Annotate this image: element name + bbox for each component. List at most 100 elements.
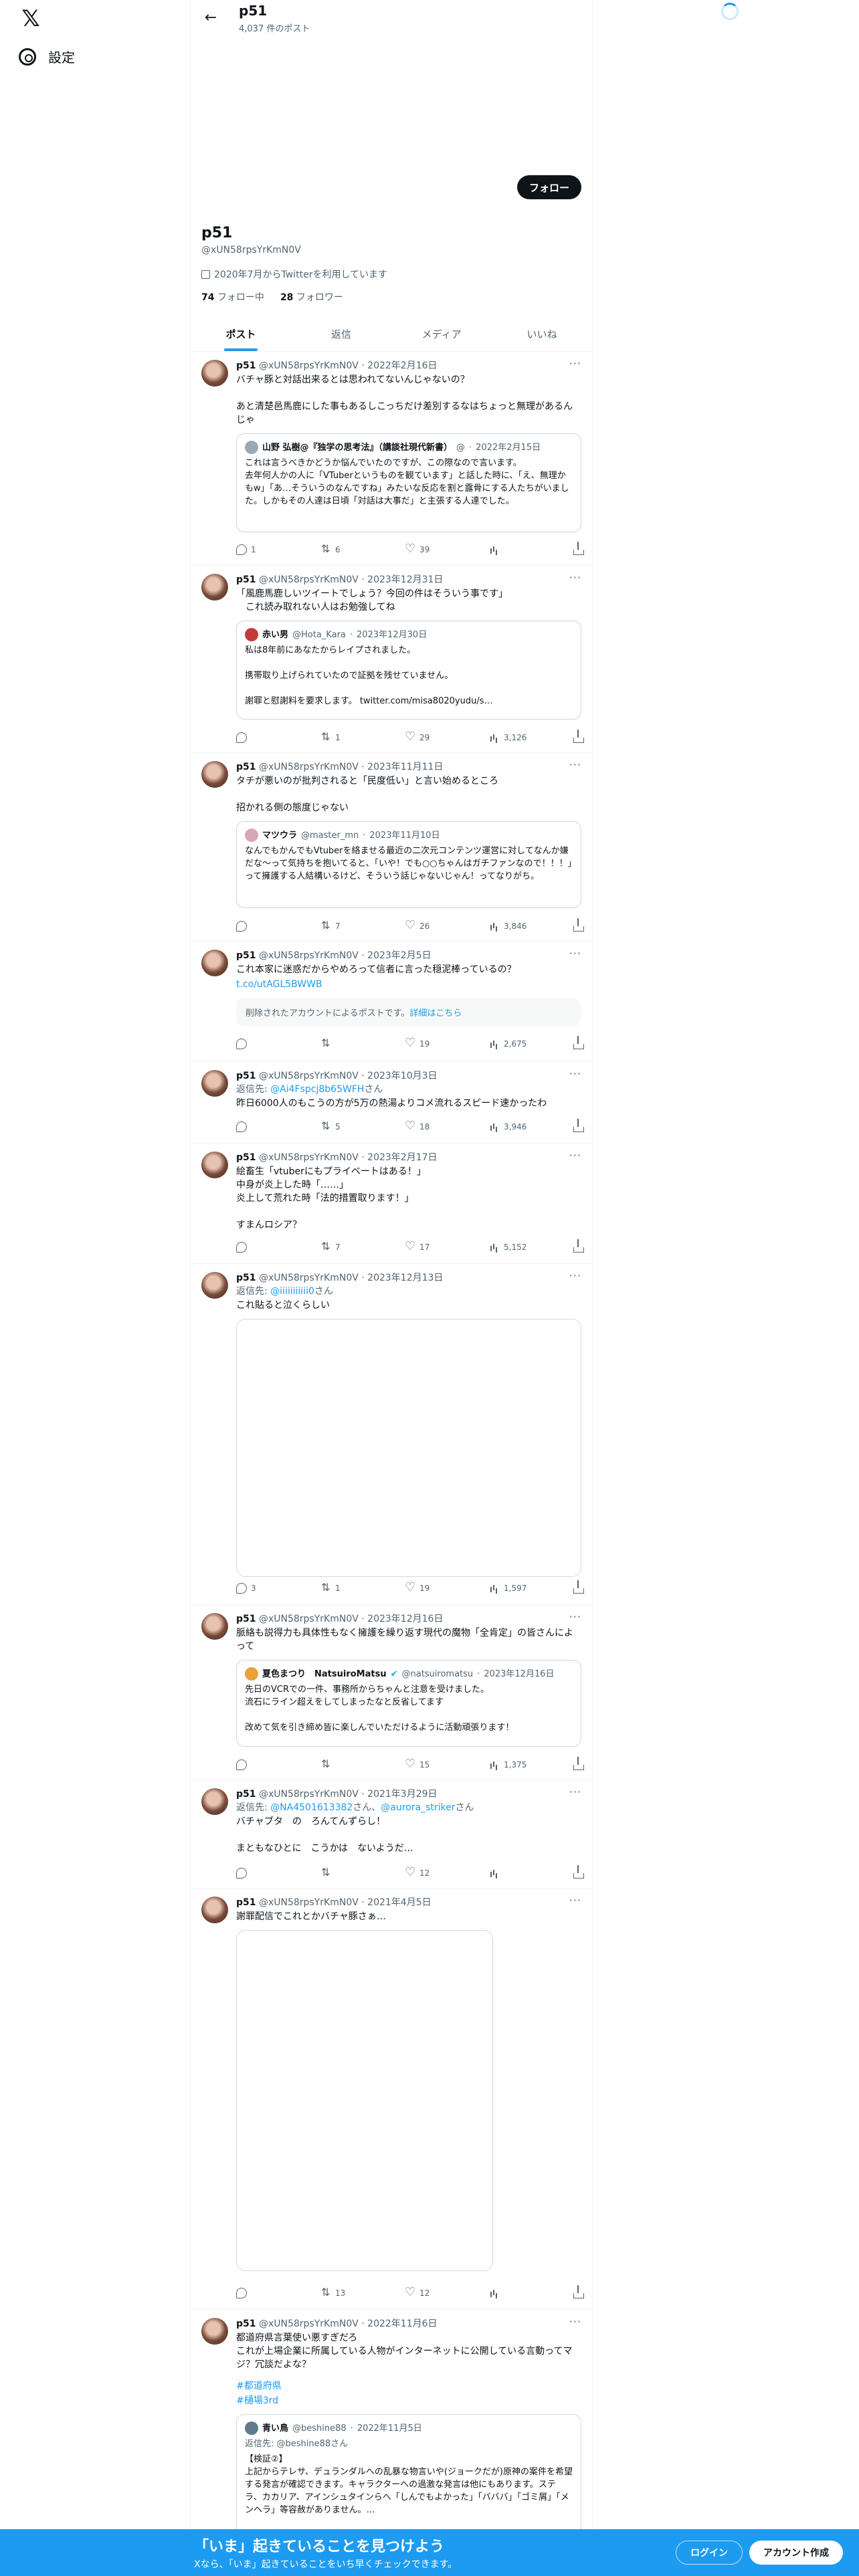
retweet-button[interactable]: 13 <box>320 2286 361 2298</box>
share-button[interactable] <box>573 1865 584 1879</box>
retweet-button[interactable]: 7 <box>320 1240 361 1253</box>
tab-replies[interactable]: 返信 <box>291 317 391 351</box>
tweet[interactable]: ··· p51 @xUN58rpsYrKmN0V · 2023年12月16日 脈… <box>191 1605 592 1780</box>
settings-link[interactable]: 設定 <box>19 47 75 66</box>
retweet-button[interactable] <box>320 1757 361 1770</box>
tweet[interactable]: ··· p51 @xUN58rpsYrKmN0V · 2021年3月29日 返信… <box>191 1780 592 1889</box>
mention-link[interactable]: @iiiiiiiiiii0 <box>270 1286 314 1297</box>
views-button[interactable]: 1,597 <box>489 1583 529 1594</box>
tweet[interactable]: ··· p51 @xUN58rpsYrKmN0V · 2023年2月17日 絵畜… <box>191 1144 592 1264</box>
reply-button[interactable]: 1 <box>236 544 276 555</box>
share-button[interactable] <box>573 2285 584 2298</box>
retweet-button[interactable]: 1 <box>320 730 361 743</box>
share-button[interactable] <box>573 1757 584 1770</box>
share-button[interactable] <box>573 1580 584 1594</box>
avatar[interactable] <box>201 1897 228 1923</box>
quoted-tweet[interactable]: 赤い男 @Hota_Kara · 2023年12月30日 私は8年前にあなたから… <box>236 621 581 720</box>
hashtag-link[interactable]: #都道府県 <box>236 2379 581 2393</box>
media-image[interactable] <box>236 1930 493 2271</box>
avatar[interactable] <box>201 1152 228 1178</box>
share-button[interactable] <box>573 1239 584 1253</box>
like-button[interactable]: 12 <box>405 2285 445 2299</box>
avatar[interactable] <box>201 360 228 387</box>
tab-likes[interactable]: いいね <box>492 317 592 351</box>
quoted-tweet[interactable]: 山野 弘樹@『独学の思考法』（講談社現代新書） @ · 2022年2月15日 こ… <box>236 433 581 532</box>
like-button[interactable]: 39 <box>405 542 445 556</box>
media-image[interactable] <box>236 1319 581 1577</box>
like-button[interactable]: 26 <box>405 918 445 932</box>
views-button[interactable] <box>489 1868 529 1879</box>
avatar[interactable] <box>201 1788 228 1815</box>
share-button[interactable] <box>573 1119 584 1132</box>
like-button[interactable]: 15 <box>405 1757 445 1771</box>
views-button[interactable]: 1,375 <box>489 1759 529 1770</box>
mention-link[interactable]: @NA4501613382 <box>270 1802 353 1813</box>
avatar[interactable] <box>201 2318 228 2345</box>
page-title: p51 <box>239 3 268 19</box>
quoted-tweet[interactable]: マツウラ @master_mn · 2023年11月10日 なんでもかんでもVt… <box>236 821 581 908</box>
mention-link[interactable]: @aurora_striker <box>381 1802 455 1813</box>
retweet-button[interactable] <box>320 1866 361 1879</box>
details-link[interactable]: 詳細はこちら <box>409 1008 462 1018</box>
reply-button[interactable] <box>236 1039 276 1049</box>
views-button[interactable]: 5,152 <box>489 1242 529 1253</box>
reply-button[interactable] <box>236 1759 276 1770</box>
like-button[interactable]: 18 <box>405 1119 445 1133</box>
views-button[interactable]: 2,675 <box>489 1039 529 1049</box>
hashtag-link[interactable]: #樋場3rd <box>236 2394 581 2407</box>
reply-button[interactable] <box>236 1242 276 1253</box>
tweet[interactable]: ··· p51 @xUN58rpsYrKmN0V · 2023年12月31日 「… <box>191 566 592 753</box>
views-button[interactable]: 3,846 <box>489 921 529 932</box>
retweet-button[interactable] <box>320 1037 361 1049</box>
tweet[interactable]: ··· p51 @xUN58rpsYrKmN0V · 2022年2月16日 バチ… <box>191 352 592 566</box>
like-button[interactable]: 19 <box>405 1036 445 1050</box>
views-button[interactable]: 3,946 <box>489 1121 529 1132</box>
share-button[interactable] <box>573 918 584 932</box>
reply-button[interactable] <box>236 921 276 932</box>
like-button[interactable]: 12 <box>405 1865 445 1879</box>
login-button[interactable]: ログイン <box>676 2541 743 2565</box>
following-link[interactable]: 74 フォロー中 <box>201 290 264 304</box>
reply-button[interactable] <box>236 1121 276 1132</box>
x-logo-icon[interactable]: 𝕏 <box>19 5 43 32</box>
tweet[interactable]: ··· p51 @xUN58rpsYrKmN0V · 2023年2月5日 これ本… <box>191 942 592 1062</box>
tab-media[interactable]: メディア <box>391 317 492 351</box>
mention-link[interactable]: @Ai4Fspcj8b65WFH <box>270 1084 364 1095</box>
like-button[interactable]: 29 <box>405 730 445 744</box>
follow-button[interactable]: フォロー <box>516 175 581 199</box>
views-button[interactable] <box>489 2288 529 2298</box>
share-button[interactable] <box>573 730 584 743</box>
avatar[interactable] <box>201 1613 228 1640</box>
avatar[interactable] <box>201 1272 228 1299</box>
views-button[interactable]: 3,126 <box>489 732 529 743</box>
share-button[interactable] <box>573 1036 584 1049</box>
avatar[interactable] <box>201 574 228 601</box>
quoted-tweet[interactable]: 青い鳥 @beshine88 · 2022年11月5日 返信先: @beshin… <box>236 2414 581 2541</box>
tweet[interactable]: ··· p51 @xUN58rpsYrKmN0V · 2023年11月11日 タ… <box>191 753 592 942</box>
retweet-button[interactable]: 6 <box>320 542 361 555</box>
retweet-button[interactable]: 7 <box>320 919 361 932</box>
views-button[interactable] <box>489 544 529 555</box>
like-button[interactable]: 19 <box>405 1580 445 1594</box>
tweet[interactable]: ··· p51 @xUN58rpsYrKmN0V · 2021年4月5日 謝罪配… <box>191 1889 592 2310</box>
reply-button[interactable] <box>236 1868 276 1879</box>
reply-button[interactable] <box>236 732 276 743</box>
avatar[interactable] <box>201 1070 228 1097</box>
signup-button[interactable]: アカウント作成 <box>749 2541 843 2565</box>
reply-button[interactable] <box>236 2288 276 2298</box>
share-button[interactable] <box>573 542 584 555</box>
tab-posts[interactable]: ポスト <box>191 317 291 351</box>
back-arrow-icon[interactable]: ← <box>201 8 220 27</box>
retweet-button[interactable]: 1 <box>320 1581 361 1594</box>
retweet-button[interactable]: 5 <box>320 1119 361 1132</box>
tweet-link[interactable]: t.co/utAGL5BWWB <box>236 978 581 991</box>
avatar[interactable] <box>201 950 228 976</box>
avatar[interactable] <box>201 761 228 788</box>
tweet[interactable]: ··· p51 @xUN58rpsYrKmN0V · 2022年11月6日 都道… <box>191 2310 592 2541</box>
tweet[interactable]: ··· p51 @xUN58rpsYrKmN0V · 2023年12月13日 返… <box>191 1264 592 1605</box>
followers-link[interactable]: 28 フォロワー <box>280 290 343 304</box>
tweet[interactable]: ··· p51 @xUN58rpsYrKmN0V · 2023年10月3日 返信… <box>191 1062 592 1144</box>
quoted-tweet[interactable]: 夏色まつり NatsuiroMatsu ✔ @natsuiromatsu · 2… <box>236 1660 581 1747</box>
like-button[interactable]: 17 <box>405 1239 445 1253</box>
reply-button[interactable]: 3 <box>236 1583 276 1594</box>
